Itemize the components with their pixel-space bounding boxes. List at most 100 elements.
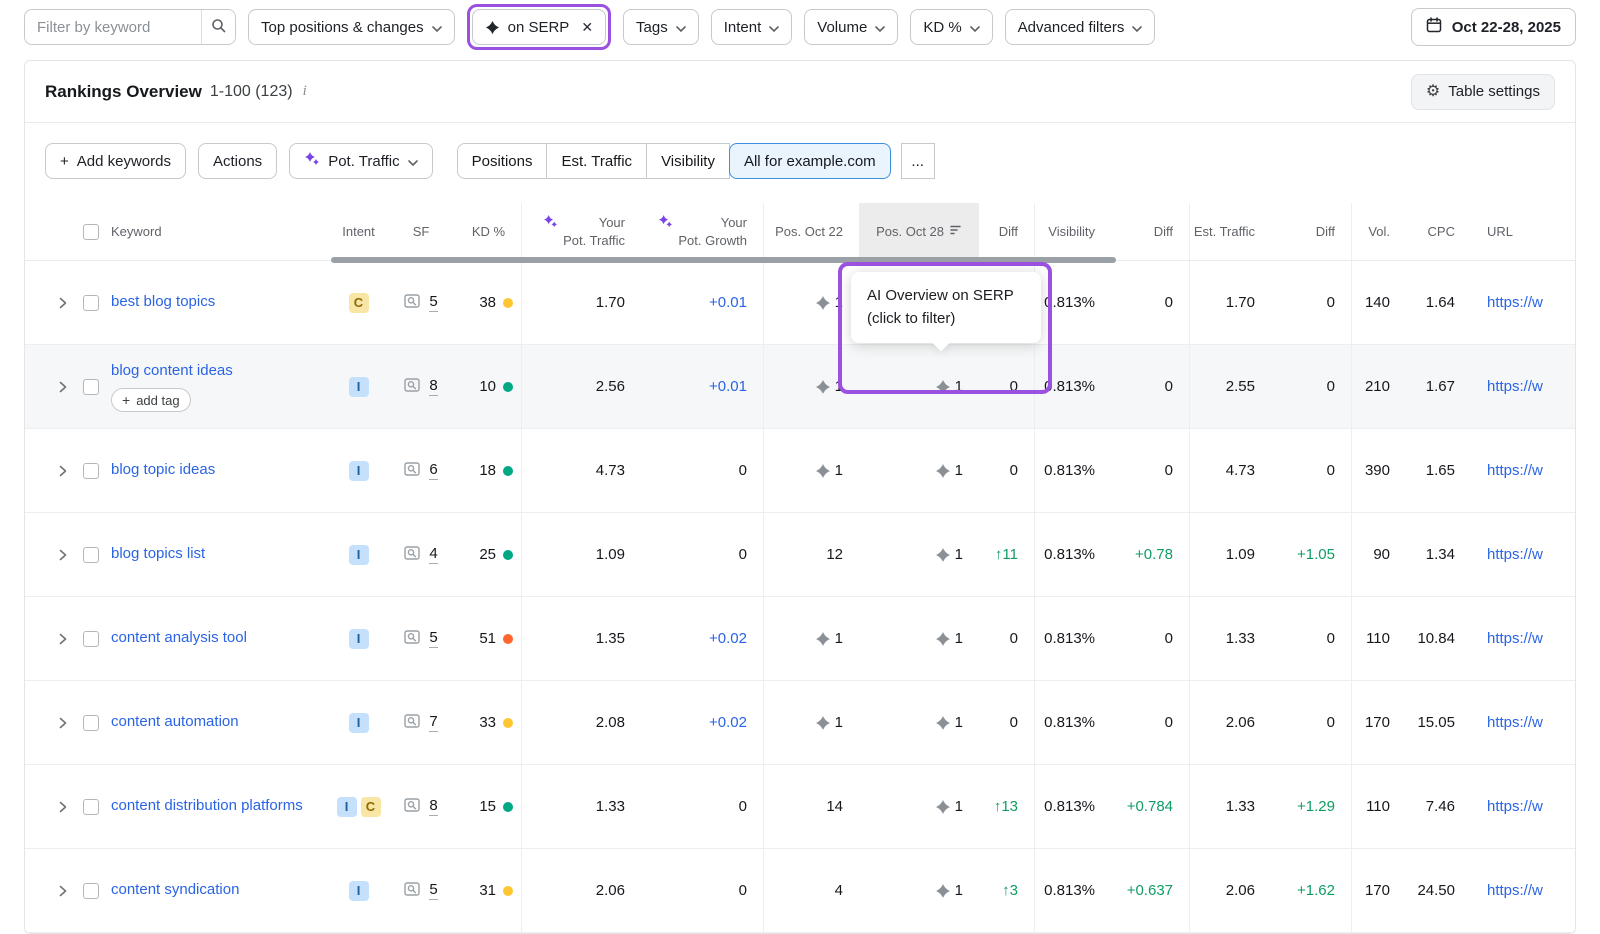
sf-count-link[interactable]: 5 — [429, 293, 437, 312]
row-checkbox[interactable] — [83, 463, 99, 479]
expand-row-button[interactable] — [55, 297, 71, 309]
column-pos-oct28[interactable]: Pos. Oct 28 — [859, 203, 979, 260]
sf-count-link[interactable]: 8 — [429, 797, 437, 816]
keyword-link[interactable]: content analysis tool — [111, 628, 247, 648]
volume-label: Volume — [817, 19, 867, 36]
ai-overview-icon[interactable] — [935, 883, 951, 899]
tab-all-for-domain[interactable]: All for example.com — [729, 143, 891, 179]
top-positions-filter[interactable]: Top positions & changes — [248, 9, 455, 45]
expand-row-button[interactable] — [55, 465, 71, 477]
more-tabs-button[interactable]: ... — [901, 143, 935, 179]
ai-overview-icon[interactable] — [935, 631, 951, 647]
column-pot-traffic[interactable]: YourPot. Traffic — [521, 203, 641, 260]
add-tag-button[interactable]: +add tag — [111, 388, 191, 412]
column-est-traffic[interactable]: Est. Traffic — [1189, 203, 1271, 260]
cell-diff-3: 0 — [1271, 345, 1351, 428]
remove-filter-icon[interactable]: ✕ — [581, 19, 593, 36]
sf-count-link[interactable]: 5 — [429, 629, 437, 648]
horizontal-scrollbar[interactable] — [331, 257, 1116, 263]
tab-positions[interactable]: Positions — [457, 143, 548, 179]
tab-est-traffic[interactable]: Est. Traffic — [546, 143, 647, 179]
metric-tabs: Positions Est. Traffic Visibility All fo… — [457, 143, 935, 179]
keyword-link[interactable]: content automation — [111, 712, 239, 732]
keyword-link[interactable]: blog content ideas — [111, 361, 233, 381]
url-link[interactable]: https://w — [1487, 798, 1543, 815]
row-checkbox[interactable] — [83, 883, 99, 899]
keyword-link[interactable]: blog topics list — [111, 544, 205, 564]
row-checkbox[interactable] — [83, 379, 99, 395]
table-settings-button[interactable]: ⚙ Table settings — [1411, 74, 1555, 110]
column-cpc[interactable]: CPC — [1406, 203, 1471, 260]
cell-diff-2: 0 — [1111, 261, 1189, 344]
cell-visibility: 0.813% — [1034, 765, 1111, 848]
keyword-filter-input[interactable] — [25, 19, 201, 36]
row-checkbox[interactable] — [83, 547, 99, 563]
date-range-button[interactable]: Oct 22-28, 2025 — [1411, 8, 1576, 46]
on-serp-filter-chip[interactable]: on SERP ✕ — [472, 9, 606, 45]
ai-overview-icon[interactable] — [815, 295, 831, 311]
ai-overview-icon[interactable] — [935, 547, 951, 563]
url-link[interactable]: https://w — [1487, 714, 1543, 731]
cell-diff-3: 0 — [1271, 597, 1351, 680]
keyword-link[interactable]: content syndication — [111, 880, 239, 900]
sf-count-link[interactable]: 6 — [429, 461, 437, 480]
column-diff-1[interactable]: Diff — [979, 203, 1034, 260]
row-checkbox[interactable] — [83, 295, 99, 311]
expand-row-button[interactable] — [55, 717, 71, 729]
url-link[interactable]: https://w — [1487, 462, 1543, 479]
select-all-checkbox[interactable] — [83, 224, 99, 240]
url-link[interactable]: https://w — [1487, 294, 1543, 311]
tab-visibility[interactable]: Visibility — [646, 143, 730, 179]
ai-overview-icon[interactable] — [815, 631, 831, 647]
keyword-link[interactable]: best blog topics — [111, 292, 215, 312]
keyword-link[interactable]: blog topic ideas — [111, 460, 215, 480]
row-checkbox[interactable] — [83, 631, 99, 647]
serp-features-icon — [404, 882, 420, 900]
pot-traffic-dropdown[interactable]: Pot. Traffic — [289, 143, 432, 179]
advanced-filters-button[interactable]: Advanced filters — [1005, 9, 1156, 45]
sf-count-link[interactable]: 5 — [429, 881, 437, 900]
cell-diff-2: 0 — [1111, 429, 1189, 512]
chevron-down-icon — [432, 19, 442, 36]
pos-oct28-value: 1 — [955, 714, 963, 731]
expand-row-button[interactable] — [55, 633, 71, 645]
ai-overview-icon[interactable] — [935, 379, 951, 395]
column-vol[interactable]: Vol. — [1351, 203, 1406, 260]
ai-overview-icon[interactable] — [935, 463, 951, 479]
url-link[interactable]: https://w — [1487, 882, 1543, 899]
row-checkbox[interactable] — [83, 715, 99, 731]
actions-button[interactable]: Actions — [198, 143, 277, 179]
column-pot-growth[interactable]: YourPot. Growth — [641, 203, 763, 260]
ai-overview-icon[interactable] — [935, 799, 951, 815]
info-icon[interactable]: i — [303, 83, 307, 100]
row-checkbox[interactable] — [83, 799, 99, 815]
ai-overview-icon[interactable] — [815, 715, 831, 731]
result-range: 1-100 (123) — [210, 83, 293, 101]
column-pos-oct22[interactable]: Pos. Oct 22 — [763, 203, 859, 260]
kd-filter[interactable]: KD % — [910, 9, 992, 45]
sf-count-link[interactable]: 7 — [429, 713, 437, 732]
ai-overview-icon[interactable] — [815, 463, 831, 479]
sf-count-link[interactable]: 8 — [429, 377, 437, 396]
column-diff-3[interactable]: Diff — [1271, 203, 1351, 260]
expand-row-button[interactable] — [55, 801, 71, 813]
volume-filter[interactable]: Volume — [804, 9, 898, 45]
expand-row-button[interactable] — [55, 381, 71, 393]
column-diff-2[interactable]: Diff — [1111, 203, 1189, 260]
add-keywords-button[interactable]: + Add keywords — [45, 143, 186, 179]
expand-row-button[interactable] — [55, 885, 71, 897]
url-link[interactable]: https://w — [1487, 378, 1543, 395]
cell-pot-traffic: 2.06 — [521, 849, 641, 932]
column-visibility[interactable]: Visibility — [1034, 203, 1111, 260]
url-link[interactable]: https://w — [1487, 630, 1543, 647]
ai-overview-icon[interactable] — [935, 715, 951, 731]
cell-visibility: 0.813% — [1034, 849, 1111, 932]
search-button[interactable] — [201, 10, 235, 44]
sf-count-link[interactable]: 4 — [429, 545, 437, 564]
url-link[interactable]: https://w — [1487, 546, 1543, 563]
keyword-link[interactable]: content distribution platforms — [111, 796, 303, 816]
ai-overview-icon[interactable] — [815, 379, 831, 395]
expand-row-button[interactable] — [55, 549, 71, 561]
intent-filter[interactable]: Intent — [711, 9, 793, 45]
tags-filter[interactable]: Tags — [623, 9, 699, 45]
